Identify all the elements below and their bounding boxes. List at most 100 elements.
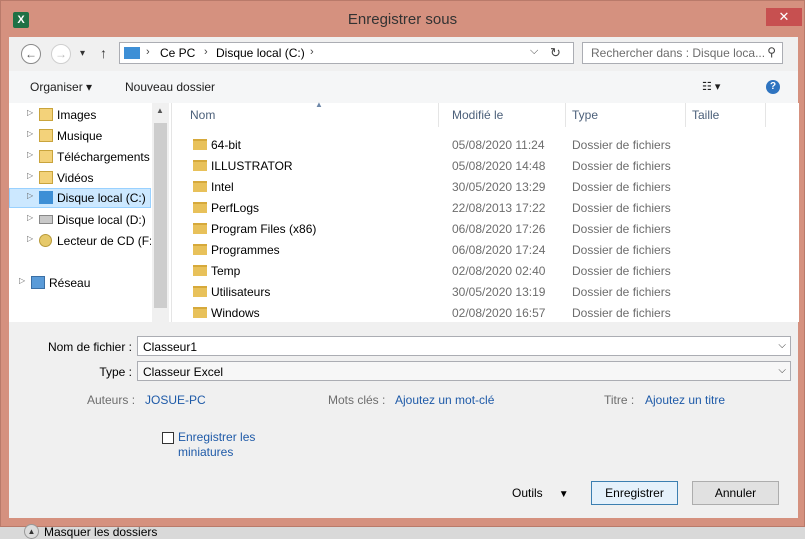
crumb-separator-icon[interactable]: › xyxy=(146,46,150,58)
authors-field[interactable]: JOSUE-PC xyxy=(145,393,206,407)
table-row[interactable]: 64-bit 05/08/2020 11:24 Dossier de fichi… xyxy=(172,135,772,156)
recent-locations-button[interactable]: ▾ xyxy=(80,48,85,59)
column-header-name[interactable]: Nom xyxy=(184,103,439,127)
refresh-icon[interactable]: ↻ xyxy=(550,45,561,61)
drive-icon xyxy=(39,215,53,224)
tags-field[interactable]: Ajoutez un mot-clé xyxy=(395,393,494,407)
save-thumbnails-label[interactable]: Enregistrer les xyxy=(178,430,255,444)
file-type: Dossier de fichiers xyxy=(572,222,671,236)
videos-folder-icon xyxy=(39,171,53,184)
file-type: Dossier de fichiers xyxy=(572,243,671,257)
network-icon xyxy=(31,276,45,289)
title-field[interactable]: Ajoutez un titre xyxy=(645,393,725,407)
up-button[interactable]: ↑ xyxy=(100,45,107,61)
authors-label: Auteurs : xyxy=(87,393,136,407)
scroll-up-icon[interactable]: ▲ xyxy=(156,106,164,115)
sidebar-item-label: Vidéos xyxy=(57,171,94,185)
breadcrumb-this-pc[interactable]: Ce PC xyxy=(160,46,195,60)
file-type: Dossier de fichiers xyxy=(572,138,671,152)
table-row[interactable]: Program Files (x86) 06/08/2020 17:26 Dos… xyxy=(172,219,772,240)
expand-icon[interactable]: ▷ xyxy=(27,234,33,243)
hide-folders-button[interactable]: Masquer les dossiers xyxy=(44,525,157,539)
sidebar-item-label: Lecteur de CD (F: xyxy=(57,234,151,248)
file-name: PerfLogs xyxy=(211,201,260,215)
file-list: Nom ▲ Modifié le Type Taille 64-bit 05/0… xyxy=(171,100,799,324)
chevron-down-icon[interactable]: ⌵ xyxy=(778,340,786,351)
save-thumbnails-checkbox[interactable] xyxy=(162,432,174,444)
crumb-separator-icon[interactable]: › xyxy=(310,46,314,58)
sort-indicator-icon: ▲ xyxy=(315,100,323,109)
tags-label: Mots clés : xyxy=(328,393,386,407)
address-bar[interactable]: › Ce PC › Disque local (C:) › ⌵ ↻ xyxy=(119,42,574,64)
sidebar-item-local-disk-d[interactable]: ▷ Disque local (D:) xyxy=(9,210,151,230)
chevron-down-icon[interactable]: ⌵ xyxy=(778,365,786,376)
column-header-type[interactable]: Type xyxy=(566,103,686,127)
sidebar-item-music[interactable]: ▷ Musique xyxy=(9,126,151,146)
sidebar-item-local-disk-c[interactable]: ▷ Disque local (C:) xyxy=(9,188,151,208)
back-arrow-icon: ← xyxy=(25,47,37,61)
search-input[interactable]: Rechercher dans : Disque loca... ⚲ xyxy=(582,42,783,64)
save-button[interactable]: Enregistrer xyxy=(591,481,678,505)
tools-menu-button[interactable]: Outils ▼ xyxy=(512,486,569,500)
file-name: ILLUSTRATOR xyxy=(211,159,293,173)
dialog-client: ← → ▾ ↑ › Ce PC › Disque local (C:) › ⌵ … xyxy=(9,37,799,539)
expand-icon[interactable]: ▷ xyxy=(27,171,33,180)
sidebar-item-videos[interactable]: ▷ Vidéos xyxy=(9,168,151,188)
cancel-button[interactable]: Annuler xyxy=(692,481,779,505)
expand-icon[interactable]: ▷ xyxy=(27,108,33,117)
folder-icon xyxy=(193,202,207,213)
navigation-row: ← → ▾ ↑ › Ce PC › Disque local (C:) › ⌵ … xyxy=(9,37,798,71)
file-type: Dossier de fichiers xyxy=(572,264,671,278)
file-type: Dossier de fichiers xyxy=(572,159,671,173)
sidebar-item-cd-drive[interactable]: ▷ Lecteur de CD (F: xyxy=(9,231,151,251)
expand-icon[interactable]: ▷ xyxy=(27,191,33,200)
table-row[interactable]: Utilisateurs 30/05/2020 13:19 Dossier de… xyxy=(172,282,772,303)
search-icon[interactable]: ⚲ xyxy=(767,45,776,59)
expand-icon[interactable]: ▷ xyxy=(27,213,33,222)
sidebar-item-network[interactable]: ▷ Réseau xyxy=(1,273,143,293)
dialog-title: Enregistrer sous xyxy=(347,11,458,28)
file-name: Temp xyxy=(211,264,241,278)
file-modified: 05/08/2020 14:48 xyxy=(452,159,546,173)
breadcrumb-local-disk-c[interactable]: Disque local (C:) xyxy=(216,46,305,60)
sidebar-item-label: Réseau xyxy=(49,276,91,290)
file-type: Dossier de fichiers xyxy=(572,306,671,320)
organize-menu-button[interactable]: Organiser ▾ xyxy=(30,80,92,94)
back-button[interactable]: ← xyxy=(21,44,41,64)
close-button[interactable]: ✕ xyxy=(766,8,802,26)
table-row[interactable]: Temp 02/08/2020 02:40 Dossier de fichier… xyxy=(172,261,772,282)
table-row[interactable]: Windows 02/08/2020 16:57 Dossier de fich… xyxy=(172,303,772,324)
file-name: 64-bit xyxy=(211,138,242,152)
crumb-separator-icon[interactable]: › xyxy=(204,46,208,58)
address-dropdown-icon[interactable]: ⌵ xyxy=(530,45,538,58)
table-row[interactable]: Intel 30/05/2020 13:29 Dossier de fichie… xyxy=(172,177,772,198)
forward-button[interactable]: → xyxy=(51,44,71,64)
scrollbar-thumb[interactable] xyxy=(154,123,167,308)
collapse-arrow-icon[interactable]: ▲ xyxy=(24,524,39,539)
view-options-icon[interactable]: ☷ ▾ xyxy=(702,80,720,93)
file-type: Dossier de fichiers xyxy=(572,180,671,194)
table-row[interactable]: PerfLogs 22/08/2013 17:22 Dossier de fic… xyxy=(172,198,772,219)
navigation-scrollbar[interactable]: ▲ xyxy=(152,103,169,322)
navigation-pane: ▷ Images ▷ Musique ▷ Téléchargements ▷ V… xyxy=(9,103,171,322)
title-bar[interactable]: X Enregistrer sous ✕ xyxy=(1,1,804,39)
file-modified: 30/05/2020 13:19 xyxy=(452,285,546,299)
expand-icon[interactable]: ▷ xyxy=(19,276,25,285)
help-icon[interactable]: ? xyxy=(766,80,780,94)
filename-input[interactable]: Classeur1 ⌵ xyxy=(137,336,791,356)
windows-drive-icon xyxy=(39,191,53,204)
save-thumbnails-label-line2[interactable]: miniatures xyxy=(178,445,233,459)
table-row[interactable]: Programmes 06/08/2020 17:24 Dossier de f… xyxy=(172,240,772,261)
column-header-modified[interactable]: Modifié le xyxy=(446,103,566,127)
table-row[interactable]: ILLUSTRATOR 05/08/2020 14:48 Dossier de … xyxy=(172,156,772,177)
sidebar-item-downloads[interactable]: ▷ Téléchargements xyxy=(9,147,151,167)
sidebar-item-label: Images xyxy=(57,108,97,122)
expand-icon[interactable]: ▷ xyxy=(27,150,33,159)
file-name: Intel xyxy=(211,180,234,194)
filetype-select[interactable]: Classeur Excel ⌵ xyxy=(137,361,791,381)
sidebar-item-images[interactable]: ▷ Images xyxy=(9,105,151,125)
expand-icon[interactable]: ▷ xyxy=(27,129,33,138)
new-folder-button[interactable]: Nouveau dossier xyxy=(125,80,215,94)
column-header-size[interactable]: Taille xyxy=(686,103,766,127)
organize-label: Organiser xyxy=(30,80,83,94)
